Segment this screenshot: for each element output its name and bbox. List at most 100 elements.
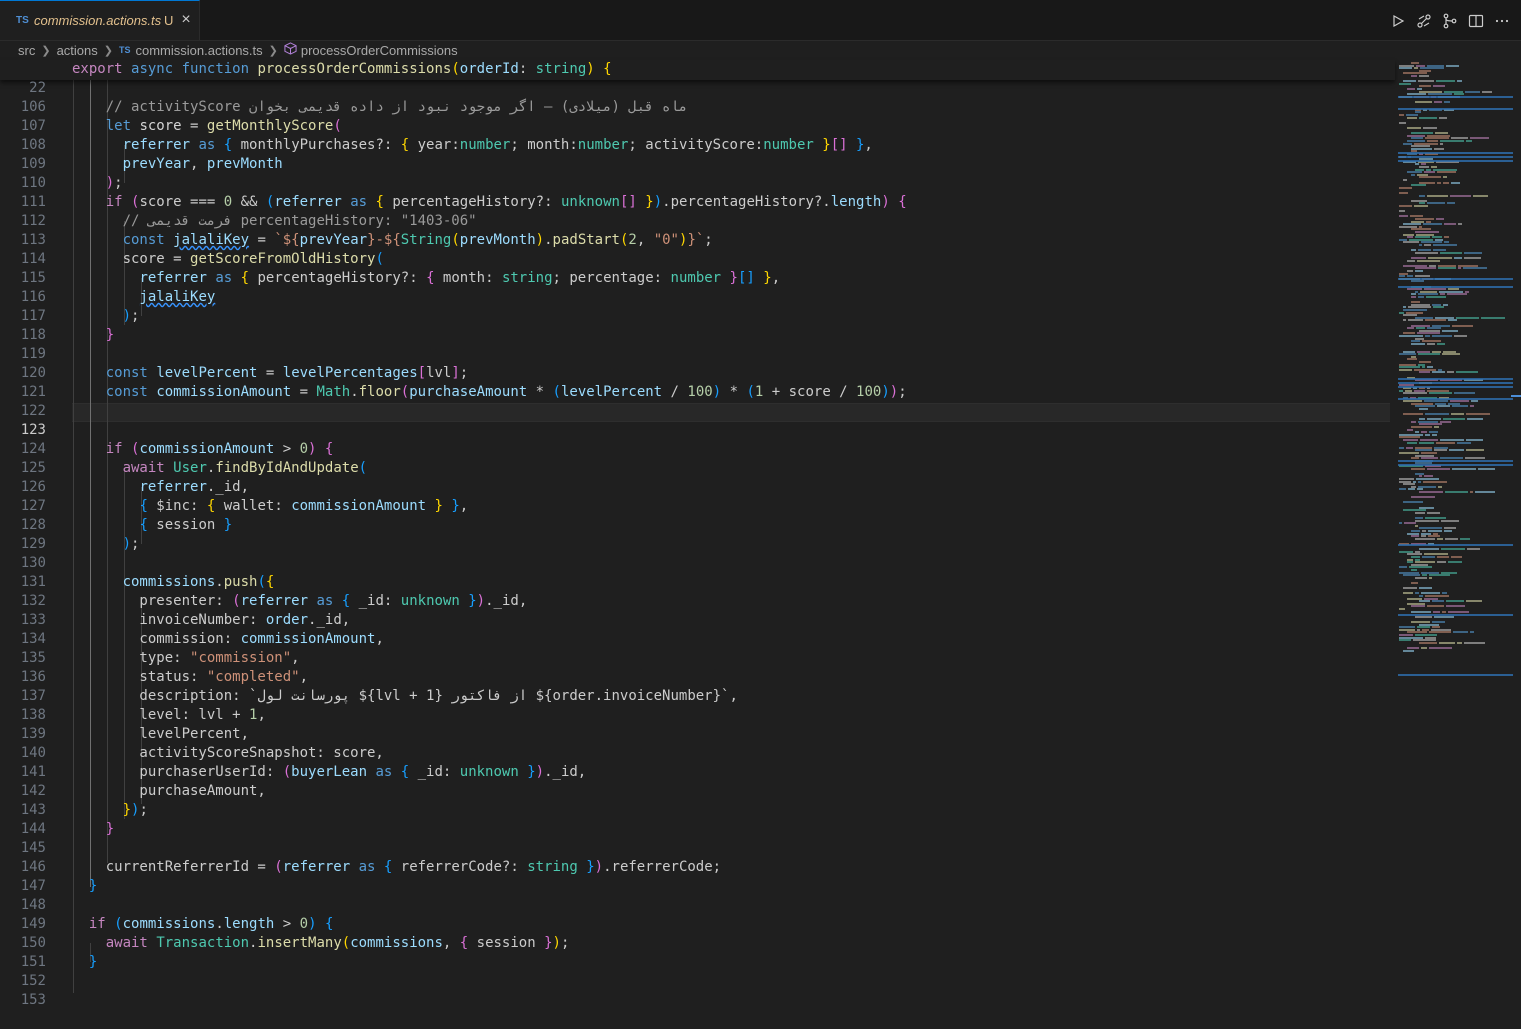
code-line[interactable]: 125 if (commissionAmount > 0) { bbox=[0, 440, 1395, 476]
code-text: type: "commission", bbox=[72, 650, 300, 666]
minimap-line bbox=[1403, 649, 1414, 652]
code-line[interactable]: 152 } bbox=[0, 953, 1395, 989]
code-line[interactable]: 106 bbox=[0, 79, 1395, 115]
code-line[interactable]: 132 commissions.push({ bbox=[0, 573, 1395, 609]
code-line[interactable]: 149 bbox=[0, 896, 1395, 932]
code-line[interactable]: 111 ); bbox=[0, 174, 1395, 210]
code-line[interactable]: 147 currentReferrerId = (referrer as { r… bbox=[0, 858, 1395, 894]
minimap-line bbox=[1411, 496, 1435, 499]
code-line[interactable]: 118 ); bbox=[0, 307, 1395, 343]
code-line[interactable]: 126 await User.findByIdAndUpdate( bbox=[0, 459, 1395, 495]
minimap-line bbox=[1441, 548, 1465, 551]
minimap-line bbox=[1432, 335, 1452, 337]
code-line[interactable]: 138 description: `پورسانت لول ${lvl + 1}… bbox=[0, 687, 1395, 723]
code-line[interactable]: 146 bbox=[0, 839, 1395, 875]
minimap-line bbox=[1441, 519, 1459, 522]
breadcrumb-file[interactable]: commission.actions.ts bbox=[136, 43, 263, 58]
code-line[interactable]: 139 level: lvl + 1, bbox=[0, 706, 1395, 742]
code-line[interactable]: 121 const levelPercent = levelPercentage… bbox=[0, 364, 1395, 400]
breadcrumb-src[interactable]: src bbox=[18, 43, 35, 58]
split-editor-icon[interactable] bbox=[1467, 10, 1485, 32]
code-line[interactable]: 119 } bbox=[0, 326, 1395, 362]
breadcrumb-actions[interactable]: actions bbox=[57, 43, 98, 58]
code-text: // activityScore ماه قبل (میلادی) — اگر … bbox=[72, 99, 688, 115]
minimap[interactable] bbox=[1395, 60, 1521, 993]
minimap-line bbox=[1449, 449, 1464, 452]
minimap-line bbox=[1438, 485, 1442, 488]
minimap-line bbox=[1466, 600, 1482, 603]
code-line[interactable]: 141 activityScoreSnapshot: score, bbox=[0, 744, 1395, 780]
minimap-line bbox=[1411, 184, 1426, 187]
code-line[interactable]: 135 commission: commissionAmount, bbox=[0, 630, 1395, 666]
minimap-line bbox=[1427, 605, 1444, 608]
code-line[interactable]: 116 referrer as { percentageHistory?: { … bbox=[0, 269, 1395, 305]
code-line[interactable]: 122 const commissionAmount = Math.floor(… bbox=[0, 383, 1395, 419]
code-text: level: lvl + 1, bbox=[72, 707, 266, 723]
tab-commission-actions[interactable]: TS commission.actions.ts U × bbox=[0, 0, 200, 40]
code-line[interactable]: 136 type: "commission", bbox=[0, 649, 1395, 685]
minimap-line bbox=[1456, 371, 1478, 374]
code-line[interactable]: 120 bbox=[0, 345, 1395, 381]
code-line[interactable]: 150 if (commissions.length > 0) { bbox=[0, 915, 1395, 951]
code-line[interactable]: 130 ); bbox=[0, 535, 1395, 571]
code-line[interactable]: 108 let score = getMonthlyScore( bbox=[0, 117, 1395, 153]
scrollbar-marker bbox=[1511, 395, 1521, 397]
tab-title[interactable]: commission.actions.ts bbox=[34, 13, 161, 28]
code-line[interactable]: 143 purchaseAmount, bbox=[0, 782, 1395, 818]
minimap-line bbox=[1447, 202, 1455, 205]
close-icon[interactable]: × bbox=[179, 11, 193, 29]
code-text: status: "completed", bbox=[72, 669, 309, 685]
code-line[interactable]: 114 const jalaliKey = `${prevYear}-${Str… bbox=[0, 231, 1395, 267]
code-line[interactable]: 145 } bbox=[0, 820, 1395, 856]
code-line[interactable]: 113 // فرمت قدیمی percentageHistory: "14… bbox=[0, 212, 1395, 248]
code-text: ); bbox=[122, 308, 140, 324]
code-line[interactable]: 129 { session } bbox=[0, 516, 1395, 552]
code-line[interactable]: 107 // activityScore ماه قبل (میلادی) — … bbox=[0, 98, 1395, 134]
minimap-highlight bbox=[1398, 152, 1513, 154]
line-number: 153 bbox=[20, 992, 46, 1008]
breadcrumb-symbol[interactable]: processOrderCommissions bbox=[301, 43, 458, 58]
minimap-line bbox=[1399, 608, 1405, 610]
minimap-line bbox=[1411, 280, 1424, 283]
code-line[interactable]: 109 referrer as { monthlyPurchases?: { y… bbox=[0, 136, 1395, 172]
minimap-line bbox=[1403, 592, 1413, 595]
code-text: let score = getMonthlyScore( bbox=[105, 118, 342, 134]
code-line[interactable]: 151 await Transaction.insertMany(commiss… bbox=[0, 934, 1395, 970]
minimap-line bbox=[1411, 467, 1425, 470]
code-line[interactable]: 131 bbox=[0, 554, 1395, 590]
minimap-line bbox=[1447, 293, 1467, 296]
code-line-active[interactable]: 123 bbox=[0, 402, 1395, 438]
sticky-scroll-header[interactable]: 22 export async function processOrderCom… bbox=[0, 60, 1395, 96]
code-line[interactable]: 117 jalaliKey bbox=[0, 288, 1395, 324]
code-line[interactable]: 148 } bbox=[0, 877, 1395, 913]
source-control-icon[interactable] bbox=[1441, 10, 1459, 32]
code-text: } bbox=[105, 327, 115, 343]
minimap-line bbox=[1415, 576, 1427, 579]
code-line[interactable]: 115 score = getScoreFromOldHistory( bbox=[0, 250, 1395, 286]
code-line[interactable]: 140 levelPercent, bbox=[0, 725, 1395, 761]
minimap-line bbox=[1456, 316, 1479, 319]
minimap-line bbox=[1437, 561, 1446, 564]
minimap-line bbox=[1399, 446, 1404, 449]
code-line[interactable]: 110 prevYear, prevMonth bbox=[0, 155, 1395, 191]
minimap-line bbox=[1415, 270, 1423, 272]
minimap-line bbox=[1443, 176, 1447, 179]
code-line[interactable]: 127 referrer._id, bbox=[0, 478, 1395, 514]
git-compare-icon[interactable] bbox=[1415, 10, 1433, 32]
code-line[interactable]: 137 status: "completed", bbox=[0, 668, 1395, 704]
minimap-line bbox=[1418, 296, 1424, 298]
code-line[interactable]: 124 bbox=[0, 421, 1395, 457]
code-text: } bbox=[105, 821, 115, 837]
code-line[interactable]: 128 { $inc: { wallet: commissionAmount }… bbox=[0, 497, 1395, 533]
code-line[interactable]: 133 presenter: (referrer as { _id: unkno… bbox=[0, 592, 1395, 628]
code-line[interactable]: 112 if (score === 0 && (referrer as { pe… bbox=[0, 193, 1395, 229]
code-line[interactable]: 134 invoiceNumber: order._id, bbox=[0, 611, 1395, 647]
minimap-line bbox=[1427, 511, 1440, 514]
code-line[interactable]: 153 bbox=[0, 972, 1395, 1008]
code-line[interactable]: 142 purchaserUserId: (buyerLean as { _id… bbox=[0, 763, 1395, 799]
code-line[interactable]: 22 export async function processOrderCom… bbox=[0, 60, 1395, 96]
more-actions-icon[interactable] bbox=[1493, 10, 1511, 32]
run-icon[interactable] bbox=[1389, 10, 1407, 32]
code-line[interactable]: 144 }); bbox=[0, 801, 1395, 837]
code-editor[interactable]: 22 export async function processOrderCom… bbox=[0, 60, 1395, 1008]
